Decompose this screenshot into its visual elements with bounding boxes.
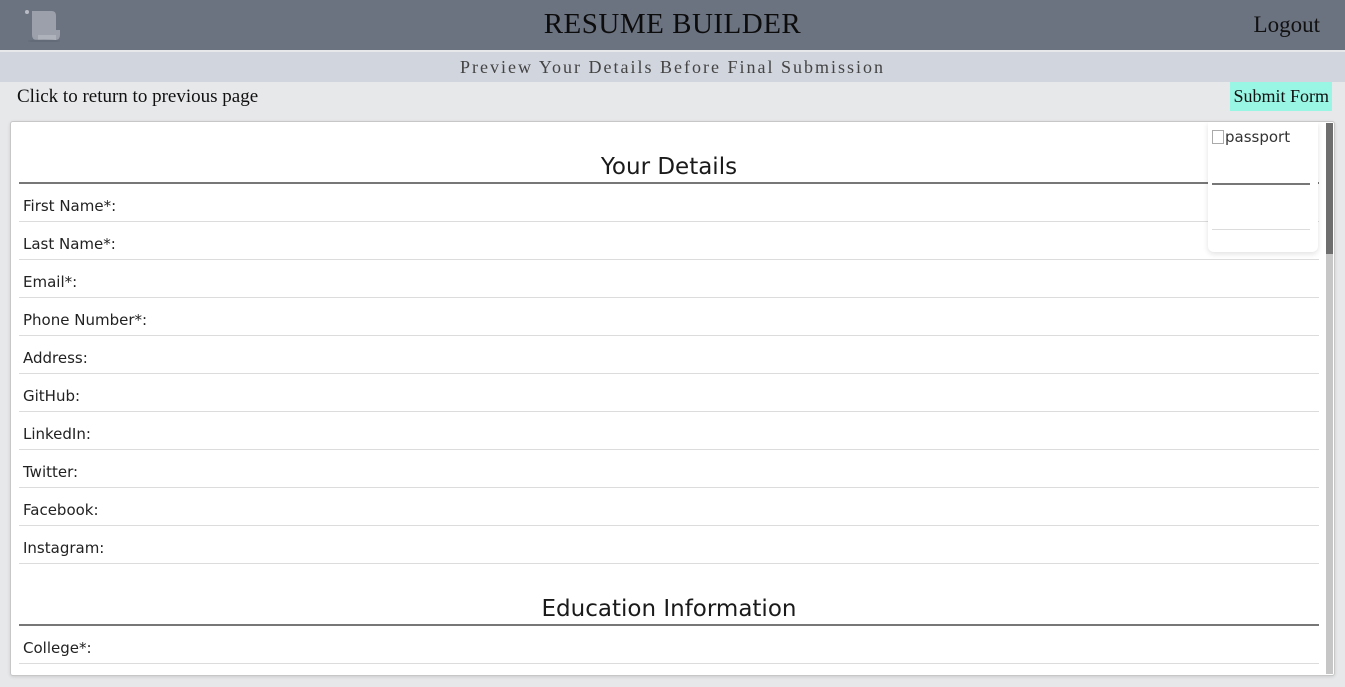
preview-subtitle: Preview Your Details Before Final Submis… xyxy=(0,52,1345,82)
field-instagram: Instagram: xyxy=(19,526,1319,564)
field-linkedin: LinkedIn: xyxy=(19,412,1319,450)
field-email: Email*: xyxy=(19,260,1319,298)
preview-card: Your Details First Name*: Last Name*: Em… xyxy=(10,121,1335,676)
passport-alt-text: passport xyxy=(1225,128,1291,146)
scrollbar-thumb[interactable] xyxy=(1326,123,1333,254)
app-title: RESUME BUILDER xyxy=(543,8,802,40)
field-facebook: Facebook: xyxy=(19,488,1319,526)
passport-divider-light xyxy=(1212,229,1310,230)
broken-image-icon xyxy=(1212,130,1224,144)
field-phone-number: Phone Number*: xyxy=(19,298,1319,336)
field-twitter: Twitter: xyxy=(19,450,1319,488)
field-college: College*: xyxy=(19,626,1319,664)
logout-link[interactable]: Logout xyxy=(1254,0,1320,50)
preview-content: Your Details First Name*: Last Name*: Em… xyxy=(19,122,1319,664)
field-last-name: Last Name*: xyxy=(19,222,1319,260)
field-first-name: First Name*: xyxy=(19,184,1319,222)
submit-form-button[interactable]: Submit Form xyxy=(1230,82,1332,111)
top-bar: RESUME BUILDER Logout xyxy=(0,0,1345,50)
field-github: GitHub: xyxy=(19,374,1319,412)
action-row: Click to return to previous page Submit … xyxy=(0,82,1345,115)
field-address: Address: xyxy=(19,336,1319,374)
section-title-education: Education Information xyxy=(19,564,1319,626)
passport-image: passport xyxy=(1212,128,1290,146)
passport-photo-box: passport xyxy=(1208,122,1318,252)
scroll-icon[interactable] xyxy=(22,8,62,43)
section-title-your-details: Your Details xyxy=(19,122,1319,184)
back-link[interactable]: Click to return to previous page xyxy=(17,82,258,112)
passport-divider xyxy=(1212,183,1310,185)
